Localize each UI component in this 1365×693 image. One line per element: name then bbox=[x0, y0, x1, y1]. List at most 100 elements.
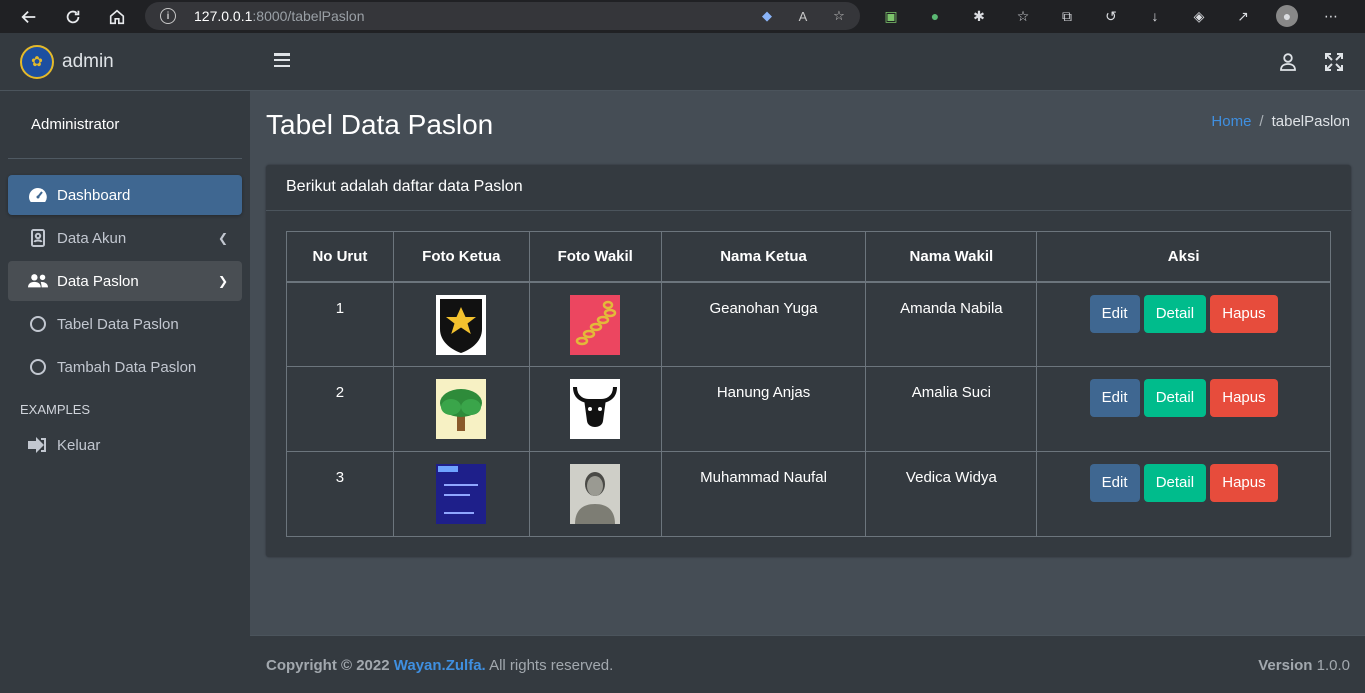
site-info-icon[interactable]: i bbox=[160, 8, 176, 24]
brand[interactable]: ✿ admin bbox=[0, 33, 250, 91]
foto-ketua-image bbox=[436, 464, 487, 524]
detail-button[interactable]: Detail bbox=[1143, 464, 1207, 502]
foto-wakil-image bbox=[570, 379, 621, 439]
cell-nama-wakil: Vedica Widya bbox=[865, 451, 1038, 537]
circle-icon bbox=[30, 316, 46, 332]
menu-toggle-icon[interactable] bbox=[274, 53, 290, 67]
sidebar-item-label: Data Akun bbox=[57, 229, 127, 247]
hapus-button[interactable]: Hapus bbox=[1210, 379, 1278, 417]
read-aloud-icon[interactable]: A bbox=[794, 7, 812, 25]
sidebar-item-tabel-data-paslon[interactable]: Tabel Data Paslon bbox=[8, 304, 242, 344]
cell-nama-ketua: Geanohan Yuga bbox=[660, 281, 867, 367]
column-header-aksi: Aksi bbox=[1036, 231, 1331, 283]
table-row: 2 Hanung Anjas Amalia Suci Edit Detail H… bbox=[286, 366, 1331, 452]
footer-author-link[interactable]: Wayan.Zulfa. bbox=[394, 657, 486, 674]
column-header-nama-wakil: Nama Wakil bbox=[865, 231, 1038, 283]
footer-copyright: Copyright © 2022 bbox=[266, 657, 390, 674]
foto-wakil-image bbox=[570, 464, 621, 524]
favorite-add-icon[interactable]: ☆ bbox=[830, 7, 848, 25]
cell-nama-wakil: Amalia Suci bbox=[865, 366, 1038, 452]
column-header-foto-ketua: Foto Ketua bbox=[392, 231, 530, 283]
sidebar-item-label: Tabel Data Paslon bbox=[57, 315, 179, 333]
breadcrumb-current: tabelPaslon bbox=[1271, 113, 1350, 130]
table-row: 3 Muhammad Naufal Vedica Widya Edit Deta… bbox=[286, 451, 1331, 537]
hapus-button[interactable]: Hapus bbox=[1210, 464, 1278, 502]
table-header-row: No Urut Foto Ketua Foto Wakil Nama Ketua… bbox=[286, 231, 1331, 283]
extension-green-icon[interactable]: ▣ bbox=[880, 5, 902, 27]
sidebar-item-data-akun[interactable]: Data Akun ❮ bbox=[8, 218, 242, 258]
tag-icon[interactable]: ◆ bbox=[758, 7, 776, 25]
brand-text: admin bbox=[62, 50, 114, 72]
browser-toolbar: i 127.0.0.1:8000/tabelPaslon ◆ A ☆ ▣ ● ✱… bbox=[0, 0, 1365, 33]
detail-button[interactable]: Detail bbox=[1143, 294, 1207, 333]
content-header: Tabel Data Paslon Home / tabelPaslon bbox=[266, 105, 1350, 145]
back-icon[interactable] bbox=[18, 6, 40, 28]
fullscreen-icon[interactable] bbox=[1325, 53, 1343, 71]
hapus-button[interactable]: Hapus bbox=[1210, 294, 1278, 333]
paslon-table: No Urut Foto Ketua Foto Wakil Nama Ketua… bbox=[286, 231, 1331, 537]
breadcrumb-separator: / bbox=[1259, 113, 1264, 130]
user-icon[interactable] bbox=[1279, 53, 1297, 71]
card-header: Berikut adalah daftar data Paslon bbox=[266, 165, 1351, 211]
foto-wakil-image bbox=[570, 294, 621, 355]
cell-no-urut: 2 bbox=[286, 366, 394, 452]
home-icon[interactable] bbox=[106, 6, 128, 28]
security-icon[interactable]: ◈ bbox=[1188, 5, 1210, 27]
footer: Copyright © 2022 Wayan.Zulfa. All rights… bbox=[250, 635, 1365, 693]
chevron-down-icon: ❯ bbox=[217, 274, 228, 288]
sidebar-item-label: Dashboard bbox=[57, 186, 131, 204]
detail-button[interactable]: Detail bbox=[1143, 379, 1207, 417]
sidebar-item-keluar[interactable]: Keluar bbox=[8, 425, 242, 465]
tachometer-icon bbox=[28, 185, 48, 205]
sidebar-item-tambah-data-paslon[interactable]: Tambah Data Paslon bbox=[8, 347, 242, 387]
users-icon bbox=[28, 271, 48, 291]
download-icon[interactable]: ↓ bbox=[1144, 5, 1166, 27]
brand-logo-icon: ✿ bbox=[20, 44, 54, 79]
cell-nama-ketua: Hanung Anjas bbox=[660, 366, 867, 452]
profile-avatar-icon[interactable]: ● bbox=[1276, 5, 1298, 27]
table-row: 1 Geanohan Yuga Amanda Nabila Edit Detai… bbox=[286, 281, 1331, 367]
column-header-nama-ketua: Nama Ketua bbox=[660, 231, 867, 283]
cell-no-urut: 3 bbox=[286, 451, 394, 537]
top-navbar bbox=[250, 33, 1365, 91]
user-name[interactable]: Administrator bbox=[31, 116, 119, 133]
extensions-icon[interactable]: ✱ bbox=[968, 5, 990, 27]
foto-ketua-image bbox=[436, 379, 487, 439]
sidebar-item-label: Keluar bbox=[57, 436, 101, 454]
reload-icon[interactable] bbox=[62, 6, 84, 28]
sidebar-header-examples: EXAMPLES bbox=[20, 402, 91, 417]
cell-nama-ketua: Muhammad Naufal bbox=[660, 451, 867, 537]
more-icon[interactable]: ⋯ bbox=[1320, 5, 1342, 27]
page-title: Tabel Data Paslon bbox=[266, 109, 494, 140]
address-book-icon bbox=[28, 228, 48, 248]
address-bar[interactable]: i 127.0.0.1:8000/tabelPaslon ◆ A ☆ bbox=[145, 2, 860, 30]
user-panel[interactable]: Administrator bbox=[8, 91, 242, 159]
edit-button[interactable]: Edit bbox=[1089, 464, 1140, 502]
cell-no-urut: 1 bbox=[286, 281, 394, 367]
collections-icon[interactable]: ⧉ bbox=[1056, 5, 1078, 27]
chevron-left-icon: ❮ bbox=[217, 231, 228, 245]
edit-button[interactable]: Edit bbox=[1089, 294, 1140, 333]
cell-nama-wakil: Amanda Nabila bbox=[865, 281, 1038, 367]
column-header-foto-wakil: Foto Wakil bbox=[528, 231, 662, 283]
sidebar-menu: Dashboard Data Akun ❮ Data Paslon ❯ Tabe… bbox=[0, 159, 250, 465]
footer-rights: All rights reserved. bbox=[489, 657, 614, 674]
column-header-no-urut: No Urut bbox=[286, 231, 394, 283]
breadcrumb-home-link[interactable]: Home bbox=[1211, 113, 1251, 130]
sidebar-item-dashboard[interactable]: Dashboard bbox=[8, 175, 242, 215]
circle-icon bbox=[30, 359, 46, 375]
sidebar-item-label: Tambah Data Paslon bbox=[57, 358, 197, 376]
edit-button[interactable]: Edit bbox=[1089, 379, 1140, 417]
breadcrumb: Home / tabelPaslon bbox=[1211, 113, 1350, 130]
favorites-icon[interactable]: ☆ bbox=[1012, 5, 1034, 27]
extension-globe-icon[interactable]: ● bbox=[924, 5, 946, 27]
sign-out-icon bbox=[28, 435, 48, 455]
history-icon[interactable]: ↺ bbox=[1100, 5, 1122, 27]
sidebar: ✿ admin Administrator Dashboard Data Aku… bbox=[0, 33, 250, 693]
share-icon[interactable]: ↗ bbox=[1232, 5, 1254, 27]
sidebar-item-data-paslon[interactable]: Data Paslon ❯ bbox=[8, 261, 242, 301]
url-text: 127.0.0.1:8000/tabelPaslon bbox=[194, 8, 365, 24]
footer-version: Version 1.0.0 bbox=[1258, 657, 1350, 674]
foto-ketua-image bbox=[436, 294, 487, 355]
paslon-card: Berikut adalah daftar data Paslon No Uru… bbox=[266, 165, 1351, 557]
